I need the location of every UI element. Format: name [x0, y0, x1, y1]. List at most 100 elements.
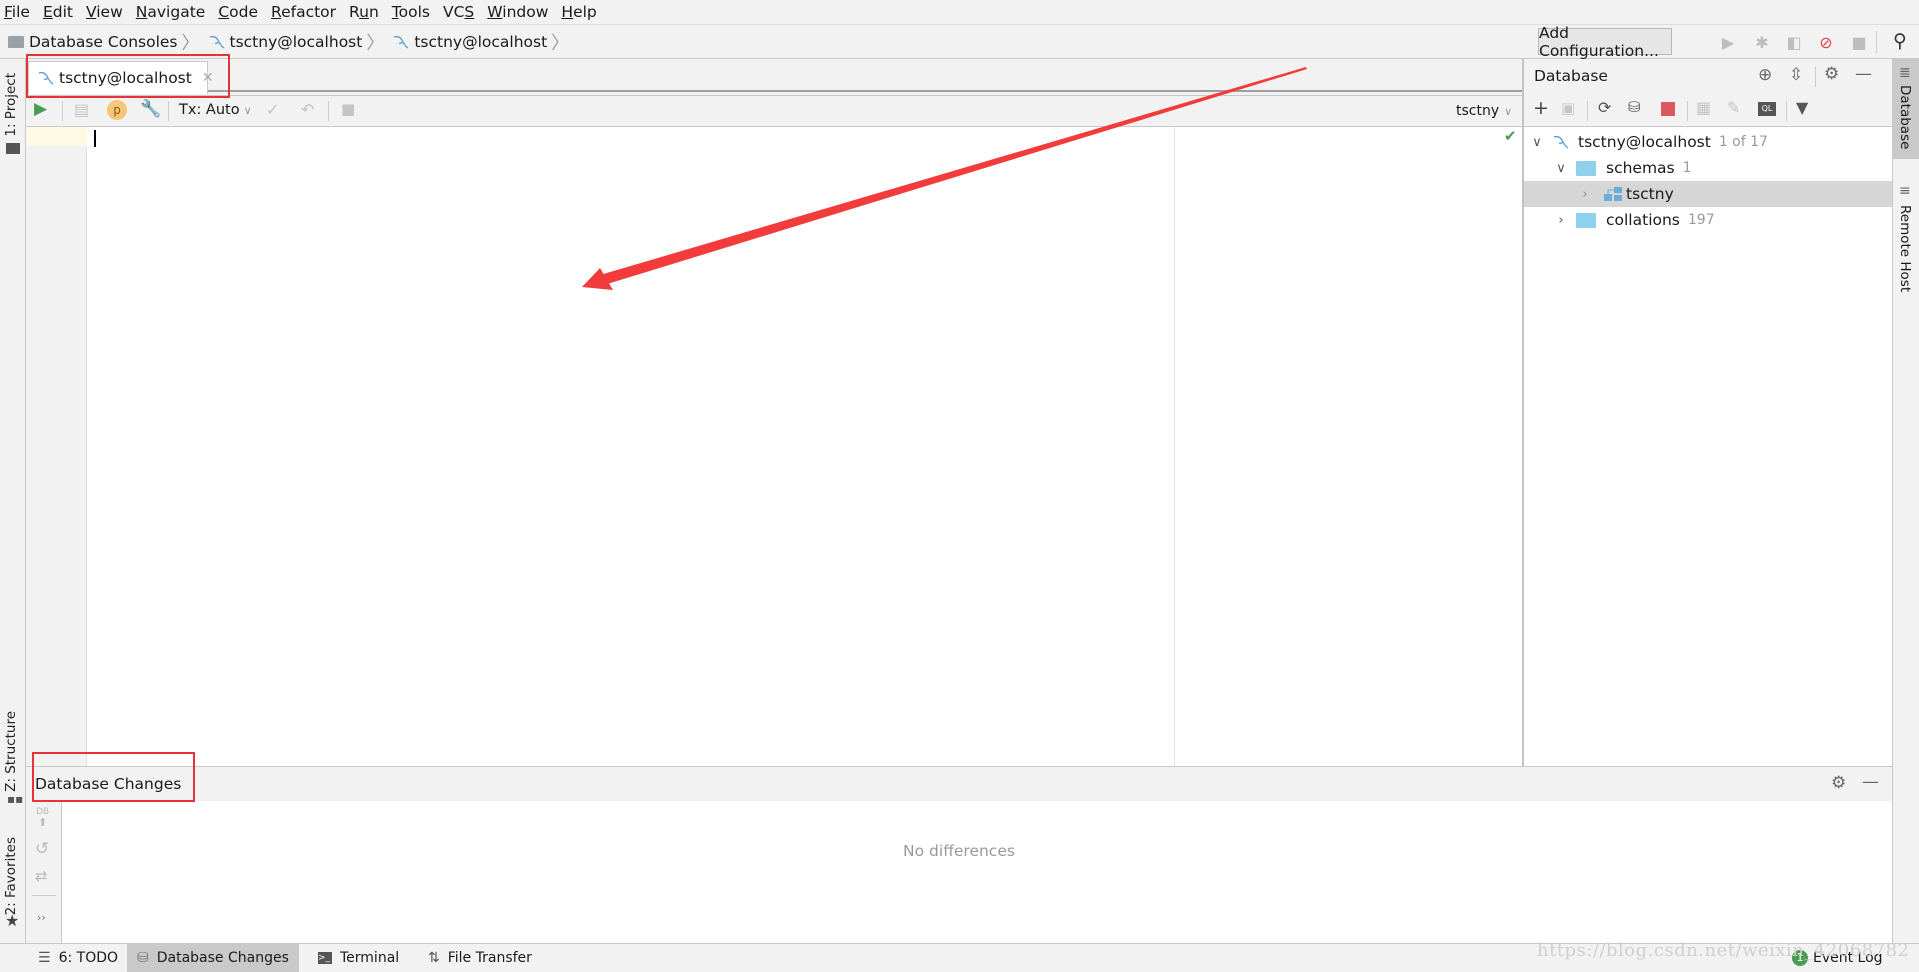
execute-icon[interactable]: ▶ [34, 99, 47, 119]
menu-vcs[interactable]: VCS [443, 3, 474, 21]
chevron-right-icon[interactable]: › [1554, 213, 1568, 228]
database-icon: ≣ [1899, 65, 1911, 81]
run-with-coverage-icon[interactable]: ◧ [1783, 31, 1805, 53]
collapse-all-icon[interactable]: ⇳ [1789, 65, 1803, 85]
chevron-down-icon: ∨ [243, 104, 252, 117]
folder-icon [8, 35, 24, 48]
right-margin-guide [1174, 127, 1175, 766]
tree-node-schemas[interactable]: ∨ schemas 1 [1524, 155, 1892, 181]
chevron-down-icon[interactable]: ∨ [1530, 135, 1544, 150]
history-icon[interactable]: ▤ [74, 100, 89, 119]
right-tool-strip: ≣ Database ≡ Remote Host [1892, 59, 1919, 943]
schema-selector[interactable]: tsctny ∨ [1456, 103, 1512, 119]
tool-tab-todo[interactable]: ☰ 6: TODO [28, 944, 128, 972]
tool-tab-label: Remote Host [1897, 205, 1913, 293]
tool-tab-favorites[interactable]: 2: Favorites [3, 837, 19, 915]
folder-icon [1576, 212, 1596, 228]
tool-tab-label: 6: TODO [58, 950, 119, 966]
current-line [87, 127, 1174, 146]
parameters-icon[interactable]: p [107, 100, 127, 120]
toolbar-divider [1786, 101, 1787, 121]
menu-view[interactable]: View [86, 3, 123, 21]
tool-tab-file-transfer[interactable]: ⇅ File Transfer [418, 944, 542, 972]
table-view-icon[interactable]: ▦ [1696, 98, 1711, 117]
menu-code[interactable]: Code [218, 3, 258, 21]
menu-window[interactable]: Window [487, 3, 548, 21]
toolbar-divider [328, 101, 329, 121]
tool-tab-label: Terminal [340, 950, 400, 966]
commit-icon[interactable]: ✓ [266, 100, 279, 119]
add-icon[interactable]: + [1533, 97, 1549, 119]
menu-refactor[interactable]: Refactor [271, 3, 336, 21]
more-icon[interactable]: ›› [37, 911, 46, 924]
editor-tab[interactable]: tsctny@localhost ✕ [28, 61, 214, 94]
tree-node-label: collations [1606, 211, 1680, 229]
breadcrumb-item[interactable]: tsctny@localhost 〉 [392, 29, 569, 55]
menu-file[interactable]: File [4, 3, 30, 21]
tool-tab-database-changes[interactable]: ⛁ Database Changes [127, 944, 299, 972]
data-source-properties-icon[interactable]: ⛁ [1628, 98, 1641, 116]
terminal-icon: >_ [318, 952, 332, 964]
tool-tab-database[interactable]: ≣ Database [1893, 59, 1919, 159]
wrench-icon[interactable]: 🔧 [140, 99, 161, 119]
tool-tab-structure[interactable]: Z: Structure [3, 711, 19, 792]
chevron-down-icon[interactable]: ∨ [1554, 161, 1568, 176]
tool-tab-terminal[interactable]: >_ Terminal [308, 944, 409, 972]
filter-icon[interactable]: ▼ [1796, 98, 1808, 117]
chevron-right-icon[interactable]: › [1578, 187, 1592, 202]
menu-run[interactable]: Run [349, 3, 379, 21]
gear-icon[interactable]: ⚙ [1824, 64, 1839, 84]
menu-help[interactable]: Help [561, 3, 596, 21]
debug-icon[interactable]: ✱ [1751, 31, 1773, 53]
cancel-statement-icon[interactable]: ■ [341, 100, 355, 118]
menu-bar: File Edit View Navigate Code Refactor Ru… [0, 0, 1919, 24]
arrow-up-icon: ⬆ [38, 816, 48, 829]
tool-tab-project[interactable]: 1: Project [3, 73, 19, 137]
tree-node-collations[interactable]: › collations 197 [1524, 207, 1892, 233]
tree-node-datasource[interactable]: ∨ tsctny@localhost 1 of 17 [1524, 129, 1892, 155]
locate-icon[interactable]: ⊕ [1758, 65, 1772, 85]
tool-tab-label: Database Changes [156, 950, 289, 966]
breadcrumb-item[interactable]: tsctny@localhost 〉 [208, 29, 385, 55]
mysql-dolphin-icon [1552, 134, 1570, 150]
chevron-down-icon: ∨ [1504, 105, 1513, 118]
tool-tab-label: Database [1897, 85, 1913, 150]
menu-navigate[interactable]: Navigate [136, 3, 206, 21]
minimize-icon[interactable]: — [1862, 772, 1879, 792]
add-configuration-button[interactable]: Add Configuration... [1538, 24, 1672, 60]
database-changes-header: Database Changes ⚙ — [26, 767, 1892, 801]
breadcrumb-separator: 〉 [181, 32, 200, 54]
refresh-icon[interactable]: ⟳ [1598, 98, 1611, 117]
edit-icon[interactable]: ✎ [1727, 98, 1740, 117]
close-tab-icon[interactable]: ✕ [202, 70, 214, 86]
database-panel-header: Database ⊕ ⇳ ⚙ — [1524, 59, 1892, 93]
toolbar-divider [168, 101, 169, 121]
minimize-icon[interactable]: — [1855, 64, 1872, 84]
menu-edit[interactable]: Edit [43, 3, 73, 21]
navigation-bar: Database Consoles 〉 tsctny@localhost 〉 t… [0, 24, 1919, 60]
merge-icon[interactable]: ⇄ [35, 867, 48, 885]
menu-tools[interactable]: Tools [392, 3, 430, 21]
gear-icon[interactable]: ⚙ [1831, 773, 1846, 793]
disconnect-icon[interactable] [1661, 102, 1675, 116]
sql-console-editor[interactable]: ✔ [26, 127, 1522, 766]
search-everywhere-icon[interactable]: ⚲ [1889, 30, 1911, 52]
duplicate-icon[interactable]: ▣ [1561, 99, 1575, 117]
mysql-dolphin-icon [37, 70, 55, 86]
console-toolbar: ▶ ▤ p 🔧 Tx: Auto ∨ ✓ ↶ ■ tsctny ∨ [26, 95, 1522, 127]
tool-tab-remote-host[interactable]: ≡ Remote Host [1893, 183, 1919, 303]
breadcrumb-separator: 〉 [366, 32, 385, 54]
tree-node-count: 1 [1682, 160, 1692, 176]
breadcrumb-label: Database Consoles [29, 32, 178, 51]
breadcrumb-item[interactable]: Database Consoles 〉 [8, 29, 200, 55]
rollback-icon[interactable]: ↶ [301, 100, 314, 119]
attach-debugger-icon[interactable]: ⊘ [1815, 31, 1837, 53]
run-icon[interactable]: ▶ [1717, 31, 1739, 53]
current-line-highlight [26, 127, 87, 146]
server-icon: ≡ [1899, 183, 1911, 199]
tree-node-schema-tsctny[interactable]: › tsctny [1524, 181, 1892, 207]
stop-icon[interactable]: ■ [1848, 31, 1870, 53]
transaction-mode-dropdown[interactable]: Tx: Auto ∨ [179, 102, 252, 118]
sql-console-icon[interactable]: QL [1758, 102, 1776, 116]
toolbar-divider [1876, 31, 1877, 53]
